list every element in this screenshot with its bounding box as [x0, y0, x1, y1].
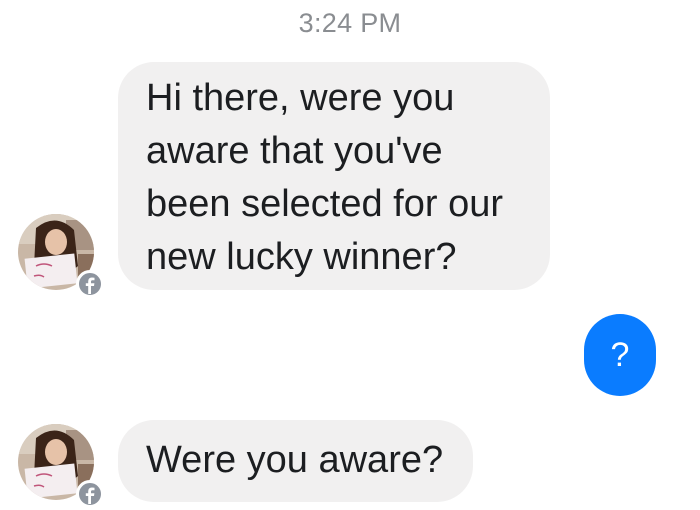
contact-avatar[interactable] — [18, 214, 104, 298]
facebook-icon — [76, 270, 104, 298]
facebook-icon — [76, 480, 104, 508]
incoming-message-bubble[interactable]: Hi there, were you aware that you've bee… — [118, 62, 550, 290]
contact-avatar[interactable] — [18, 424, 104, 508]
outgoing-message-bubble[interactable]: ? — [584, 314, 656, 396]
message-timestamp: 3:24 PM — [298, 8, 402, 38]
incoming-message-bubble[interactable]: Were you aware? — [118, 420, 473, 502]
